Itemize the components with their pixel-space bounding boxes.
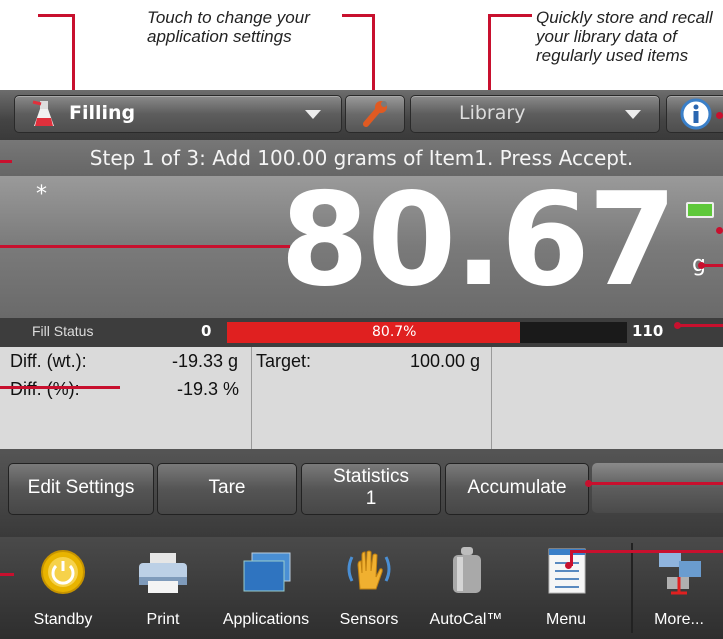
nav-applications[interactable]: Applications	[214, 537, 318, 639]
stability-marker: *	[36, 182, 47, 207]
tare-label: Tare	[208, 477, 246, 498]
nav-menu-label: Menu	[545, 611, 587, 628]
windows-icon	[243, 552, 291, 592]
hand-sensor-icon	[347, 550, 391, 590]
wrench-icon	[363, 101, 387, 127]
power-icon	[41, 550, 85, 594]
statistics-button[interactable]: Statistics 1	[301, 463, 441, 515]
more-network-icon	[659, 551, 701, 595]
application-name: Filling	[69, 102, 136, 124]
callout-line	[488, 14, 532, 17]
accumulate-label: Accumulate	[467, 477, 567, 498]
callout-line	[38, 14, 74, 17]
nav-print[interactable]: Print	[118, 537, 208, 639]
diff-wt-value: -19.33 g	[172, 351, 239, 371]
callout-line	[0, 386, 120, 389]
callout-line	[0, 573, 14, 576]
top-bar: Filling Library	[0, 90, 723, 140]
library-tip-line2: your library data of	[536, 27, 677, 46]
nav-sensors-label: Sensors	[339, 611, 399, 628]
diff-pct-label: Diff. (%):	[10, 379, 80, 399]
tare-button[interactable]: Tare	[157, 463, 297, 515]
fill-progress-track: 80.7%	[227, 322, 627, 343]
nav-print-label: Print	[146, 611, 180, 628]
nav-sensors[interactable]: Sensors	[324, 537, 414, 639]
chevron-down-icon	[625, 110, 641, 119]
printer-icon	[139, 553, 187, 593]
info-button[interactable]	[666, 95, 723, 133]
callout-dot	[716, 227, 723, 234]
nav-standby[interactable]: Standby	[18, 537, 108, 639]
callout-line	[72, 14, 75, 90]
softkey-row: Edit Settings Tare Statistics 1 Accumula…	[0, 449, 723, 537]
fill-max-label: 110	[632, 322, 664, 340]
nav-autocal-label: AutoCal™	[429, 611, 503, 628]
chevron-down-icon	[305, 110, 321, 119]
statistics-label: Statistics	[332, 466, 410, 487]
settings-tip-line1: Touch to change your	[147, 8, 310, 27]
diff-wt-label: Diff. (wt.):	[10, 351, 87, 371]
settings-button[interactable]	[345, 95, 405, 133]
library-tip-line3: regularly used items	[536, 46, 689, 65]
callout-line	[590, 482, 723, 485]
calibration-weight-icon	[453, 547, 481, 593]
callout-line	[704, 264, 723, 267]
diff-pct-value: -19.3 %	[177, 379, 240, 399]
callout-line	[0, 160, 12, 163]
edit-settings-button[interactable]: Edit Settings	[8, 463, 154, 515]
target-label: Target:	[256, 351, 312, 371]
callout-line	[342, 14, 374, 17]
library-tip-line1: Quickly store and recall	[536, 8, 713, 27]
nav-applications-label: Applications	[222, 611, 310, 628]
edit-settings-label: Edit Settings	[27, 477, 135, 498]
fill-percent: 80.7%	[372, 324, 417, 340]
fill-status-bar: Fill Status 0 80.7% 110	[0, 318, 723, 347]
settings-tip-line2: application settings	[147, 27, 292, 46]
battery-icon	[686, 202, 714, 218]
callout-line	[372, 14, 375, 90]
nav-autocal[interactable]: AutoCal™	[421, 537, 511, 639]
statistics-count: 1	[365, 488, 377, 509]
application-select[interactable]: Filling	[14, 95, 342, 133]
fill-min-label: 0	[201, 322, 212, 340]
softkey-spacer	[592, 463, 723, 513]
callout-line	[570, 550, 723, 553]
column-divider	[251, 347, 252, 449]
nav-divider	[631, 543, 633, 633]
nav-more-label: More...	[654, 611, 704, 628]
callout-line	[0, 245, 290, 248]
accumulate-button[interactable]: Accumulate	[445, 463, 589, 515]
callout-line	[680, 324, 723, 327]
nav-standby-label: Standby	[33, 611, 93, 628]
library-select[interactable]: Library	[410, 95, 660, 133]
info-panel: Diff. (wt.): -19.33 g Diff. (%): -19.3 %…	[0, 347, 723, 449]
fill-status-label: Fill Status	[32, 323, 94, 339]
target-value: 100.00 g	[410, 351, 481, 371]
library-label: Library	[459, 102, 526, 124]
settings-tip: Touch to change your application setting…	[147, 8, 310, 46]
weight-value: 80.67	[280, 166, 677, 315]
balance-display: Filling Library Step 1 of 3: Add 100.00 …	[0, 90, 723, 639]
library-tip: Quickly store and recall your library da…	[536, 8, 713, 65]
info-icon	[680, 98, 712, 130]
menu-list-icon	[548, 548, 586, 594]
callout-dot	[716, 112, 723, 119]
callout-line	[488, 14, 491, 90]
column-divider	[491, 347, 492, 449]
flask-icon	[32, 100, 54, 126]
